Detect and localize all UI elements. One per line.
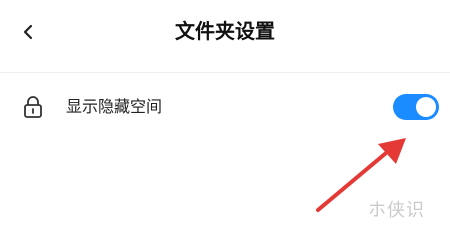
divider [0, 72, 450, 73]
watermark: ホ侠识 [368, 200, 425, 221]
lock-icon [24, 96, 42, 118]
hidden-space-label: 显示隐藏空间 [66, 97, 163, 116]
hidden-space-toggle[interactable] [393, 94, 439, 120]
page-title: 文件夹设置 [175, 19, 275, 43]
toggle-knob [416, 97, 436, 117]
header: 文件夹设置 [0, 0, 450, 70]
